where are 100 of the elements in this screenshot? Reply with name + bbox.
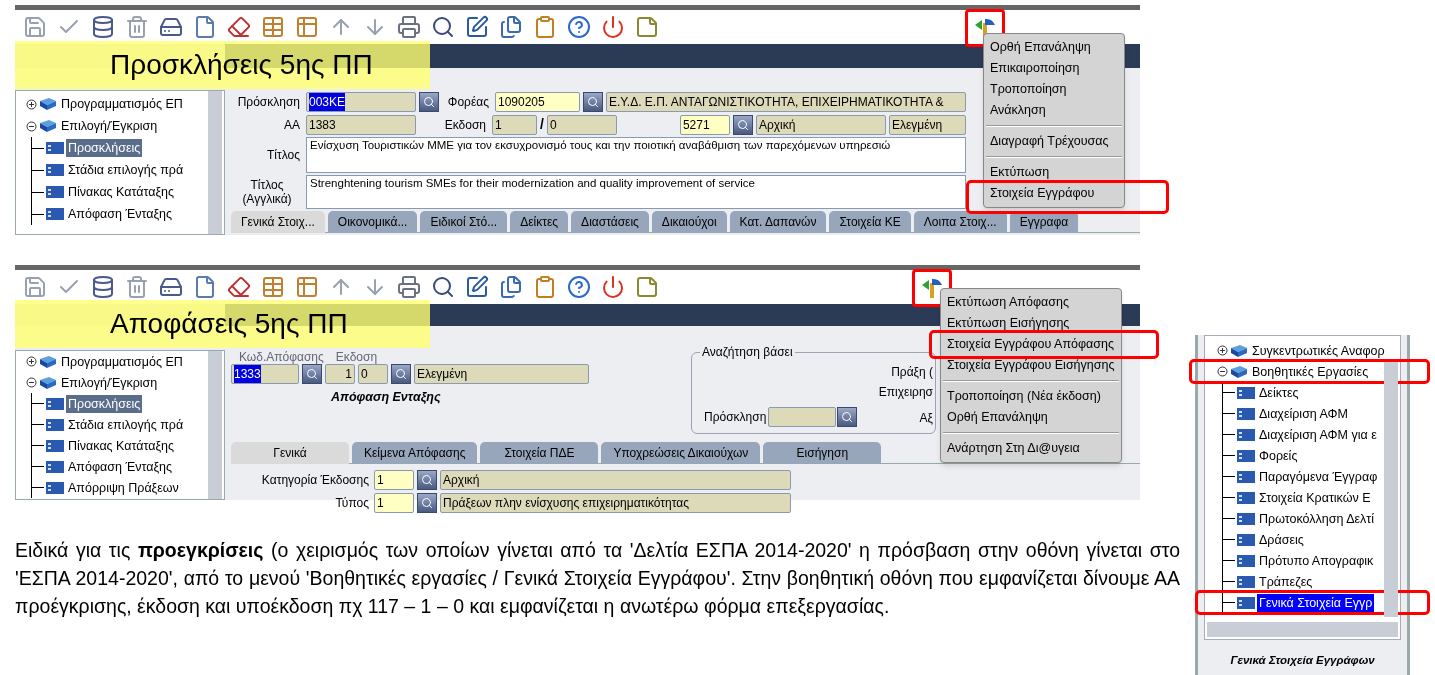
menu-item[interactable]: Ανάκληση — [984, 100, 1124, 121]
help-icon[interactable] — [567, 15, 591, 39]
tab[interactable]: Δείκτες — [510, 211, 569, 233]
tree-item[interactable]: Προσκλήσεις — [66, 394, 143, 413]
page-icon[interactable] — [193, 15, 217, 39]
text-field[interactable]: Πράξεων πλην ενίσχυσης επιχειρηματικότητας — [440, 493, 791, 513]
table-icon[interactable] — [295, 275, 319, 299]
text-field[interactable]: 1 — [325, 364, 355, 384]
tree-item[interactable]: Πρωτοκόλληση Δελτί — [1257, 509, 1377, 528]
help-icon[interactable] — [567, 275, 591, 299]
eraser-icon[interactable] — [227, 275, 251, 299]
print-icon[interactable] — [397, 275, 421, 299]
tree-item[interactable]: Δείκτες — [1257, 383, 1301, 402]
power-icon[interactable] — [601, 275, 625, 299]
eraser-icon[interactable] — [227, 15, 251, 39]
save-icon[interactable] — [23, 15, 47, 39]
text-field[interactable]: 1383 — [306, 114, 416, 135]
scrollbar[interactable] — [208, 351, 222, 499]
clipboard-icon[interactable] — [533, 275, 557, 299]
tree-item[interactable]: Προσκλήσεις — [66, 139, 143, 157]
tree-item[interactable]: Απόρριψη Πράξεων — [66, 478, 181, 497]
page-icon[interactable] — [193, 275, 217, 299]
tree-item[interactable]: Επιλογή/Έγκριση — [59, 373, 160, 392]
lookup-button[interactable] — [583, 92, 603, 112]
menu-item[interactable]: Στοιχεία Εγγράφου Απόφασης — [941, 334, 1121, 355]
tree-item[interactable]: Στάδια επιλογής πρά — [66, 415, 186, 434]
trash-icon[interactable] — [125, 275, 149, 299]
lookup-button[interactable] — [417, 493, 437, 513]
expand-icon[interactable] — [26, 356, 37, 367]
tree-item[interactable]: Γενικά Στοιχεία Εγγρ — [1257, 593, 1375, 612]
text-field[interactable]: 1090205 — [495, 92, 580, 112]
tab[interactable]: Κατ. Δαπανών — [729, 211, 827, 233]
tab[interactable]: Στοιχεία ΚΕ — [829, 211, 911, 233]
tree-item[interactable]: Τράπεζες — [1257, 572, 1315, 591]
text-field[interactable]: 1 — [374, 493, 414, 513]
table-icon[interactable] — [261, 275, 285, 299]
text-field[interactable]: Ελεγμένη — [414, 364, 589, 384]
menu-item[interactable]: Τροποποίηση (Νέα έκδοση) — [941, 386, 1121, 407]
tab[interactable]: Οικονομικά... — [327, 211, 418, 233]
edit-icon[interactable] — [465, 15, 489, 39]
text-area[interactable]: Strenghtening tourism SMEs for their modernization and quality improvement of service — [306, 175, 966, 209]
table-icon[interactable] — [295, 15, 319, 39]
tree-item[interactable]: Προγραμματισμός ΕΠ — [59, 95, 185, 113]
tab[interactable]: Στοιχεία ΠΔΕ — [480, 442, 599, 464]
text-field[interactable]: 1333 — [231, 364, 299, 384]
tab[interactable]: Δικαιούχοι — [651, 211, 727, 233]
menu-item[interactable]: Ορθή Επανάληψη — [984, 37, 1124, 58]
documents-icon[interactable] — [499, 275, 523, 299]
tree-item[interactable]: Πίνακας Κατάταξης — [66, 436, 177, 455]
power-icon[interactable] — [601, 15, 625, 39]
tree-item[interactable]: Βοηθητικές Εργασίες — [1250, 362, 1371, 381]
menu-item[interactable]: Ανάρτηση Στη Δι@υγεια — [941, 438, 1121, 459]
tab[interactable]: Γενικά — [231, 442, 349, 464]
text-field[interactable]: Αρχική — [755, 114, 886, 135]
text-field[interactable]: Αρχική — [440, 470, 791, 490]
documents-icon[interactable] — [499, 15, 523, 39]
database-icon[interactable] — [91, 275, 115, 299]
tree-item[interactable]: Στοιχεία Κρατικών Ε — [1257, 488, 1373, 507]
scrollbar[interactable] — [208, 91, 222, 234]
lookup-button[interactable] — [417, 470, 437, 490]
tree-item[interactable]: Δράσεις — [1257, 530, 1306, 549]
menu-item[interactable]: Επικαιροποίηση — [984, 58, 1124, 79]
search-icon[interactable] — [431, 275, 455, 299]
text-field[interactable]: 0 — [358, 364, 388, 384]
text-field[interactable]: Ελεγμένη — [888, 114, 966, 135]
expand-icon[interactable] — [1217, 345, 1228, 356]
menu-item[interactable]: Τροποποίηση — [984, 79, 1124, 100]
lookup-button[interactable] — [837, 407, 858, 427]
text-field[interactable]: 0 — [546, 114, 617, 135]
tab[interactable]: Υποχρεώσεις Δικαιούχων — [601, 442, 761, 464]
scrollbar[interactable] — [1384, 362, 1398, 617]
collapse-icon[interactable] — [26, 120, 37, 132]
menu-item[interactable]: Στοιχεία Εγγράφου Εισήγησης — [941, 355, 1121, 376]
tree-item[interactable]: Στάδια επιλογής πρά — [66, 161, 186, 179]
lookup-button[interactable] — [732, 114, 753, 135]
drive-icon[interactable] — [159, 15, 183, 39]
note-icon[interactable] — [635, 275, 659, 299]
collapse-icon[interactable] — [26, 377, 37, 388]
text-field[interactable]: 1 — [374, 470, 414, 490]
trash-icon[interactable] — [125, 15, 149, 39]
search-icon[interactable] — [431, 15, 455, 39]
database-icon[interactable] — [91, 15, 115, 39]
tree-item[interactable]: Πρότυπο Απογραφικ — [1257, 551, 1376, 570]
tab[interactable]: Κείμενα Απόφασης — [352, 442, 478, 464]
menu-item[interactable]: Εκτύπωση Εισήγησης — [941, 313, 1121, 334]
text-area[interactable]: Ενίσχυση Τουριστικών ΜΜΕ για τον εκσυχρονισμό τους και την ποιοτική αναβάθμιση των παρεχόμενων υπηρεσιώ — [306, 137, 966, 173]
menu-item[interactable]: Εκτύπωση — [984, 162, 1124, 183]
scrollbar[interactable] — [1207, 622, 1398, 637]
tree-item[interactable]: Απόφαση Ένταξης — [66, 205, 174, 223]
lookup-button[interactable] — [302, 364, 322, 384]
text-field[interactable]: 003ΚΕ — [306, 92, 416, 112]
collapse-icon[interactable] — [1217, 366, 1228, 377]
tab[interactable]: Ειδικοί Στό... — [420, 211, 508, 233]
tab[interactable]: Γενικά Στοιχ... — [231, 211, 325, 233]
tab[interactable]: Εισήγηση — [763, 442, 882, 464]
clipboard-icon[interactable] — [533, 15, 557, 39]
text-field[interactable]: 5271 — [679, 114, 730, 135]
tree-item[interactable]: Φορείς — [1257, 446, 1300, 465]
tab[interactable]: Διαστάσεις — [571, 211, 649, 233]
table-icon[interactable] — [261, 15, 285, 39]
